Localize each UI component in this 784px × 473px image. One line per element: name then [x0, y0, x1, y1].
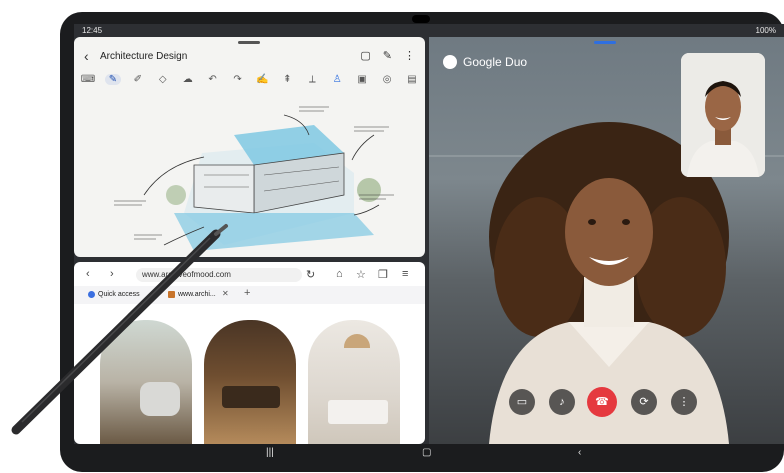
navigation-bar: ||| ▢ ‹ — [74, 444, 784, 462]
pen-icon[interactable]: ✎ — [383, 49, 392, 62]
reload-icon[interactable]: ↻ — [306, 268, 315, 281]
browser-nav-row: ‹ › www.archiveofmood.com ↻ ⌂ ☆ ❐ ≡ — [74, 266, 425, 284]
mic-off-icon[interactable]: ♪ — [549, 389, 575, 415]
bathroom-image[interactable] — [100, 320, 192, 444]
tab-label: www.archi... — [178, 291, 216, 298]
self-view-portrait — [681, 53, 765, 177]
menu-icon[interactable]: ≡ — [402, 268, 408, 280]
highlighter-tool-icon[interactable]: ✐ — [130, 74, 146, 85]
browser-back-icon[interactable]: ‹ — [86, 268, 90, 280]
text-tool-icon[interactable]: ⇞ — [279, 74, 295, 85]
back-arrow-icon[interactable]: ‹ — [84, 48, 89, 64]
notes-header-icons: ▢ ✎ ⋮ — [360, 49, 415, 62]
pages-icon[interactable]: ▤ — [404, 74, 420, 85]
shapes-icon[interactable]: ◎ — [379, 74, 395, 85]
browser-panel[interactable]: ‹ › www.archiveofmood.com ↻ ⌂ ☆ ❐ ≡ Quic… — [74, 262, 425, 444]
notes-title: Architecture Design — [100, 51, 188, 62]
pen-tool-icon[interactable]: ✎ — [104, 73, 121, 85]
status-time: 12:45 — [82, 26, 103, 35]
tab-close-icon[interactable]: ✕ — [222, 289, 229, 298]
notes-header: ‹ Architecture Design ▢ ✎ ⋮ — [74, 45, 425, 67]
window-handle[interactable] — [238, 41, 260, 44]
architecture-sketch — [114, 106, 394, 251]
camera-off-icon[interactable]: ▭ — [509, 389, 535, 415]
status-battery: 100% — [755, 26, 776, 35]
new-tab-icon[interactable]: + — [244, 287, 250, 299]
bedroom-image[interactable] — [308, 320, 400, 444]
image-gallery — [100, 320, 410, 444]
brush-tool-icon[interactable]: ✍ — [254, 74, 270, 85]
notes-toolbar: ⌨ ✎ ✐ ◇ ☁ ↶ ↷ ✍ ⇞ ⟂ ♙ ▣ ◎ ▤ — [80, 71, 420, 87]
tab-archive[interactable]: www.archi... — [166, 289, 216, 301]
recent-apps-icon[interactable]: ||| — [266, 447, 274, 458]
status-bar: 12:45 100% — [74, 24, 784, 37]
browser-tab-row: Quick access www.archi... ✕ + — [74, 286, 425, 304]
tab-quick-access[interactable]: Quick access — [86, 289, 140, 301]
video-call-panel[interactable]: Google Duo ▭ ♪ ☎ ⟳ ⋮ — [429, 37, 784, 444]
back-button-icon[interactable]: ‹ — [578, 447, 581, 458]
ruler-tool-icon[interactable]: ⟂ — [304, 74, 320, 85]
tab-label: Quick access — [98, 291, 140, 298]
selected-pen-icon[interactable]: ♙ — [329, 74, 345, 85]
tea-set-image[interactable] — [204, 320, 296, 444]
tabs-icon[interactable]: ❐ — [378, 268, 388, 281]
self-view-video[interactable] — [681, 53, 765, 177]
front-camera — [412, 15, 430, 23]
flip-camera-icon[interactable]: ⟳ — [631, 389, 657, 415]
url-bar[interactable]: www.archiveofmood.com — [136, 268, 302, 282]
home-icon[interactable]: ⌂ — [336, 268, 343, 280]
book-icon[interactable]: ▢ — [360, 49, 370, 62]
tablet-screen: 12:45 100% ‹ Architecture Design ▢ ✎ ⋮ ⌨… — [74, 24, 784, 444]
eraser-tool-icon[interactable]: ◇ — [155, 74, 171, 85]
notes-app-panel[interactable]: ‹ Architecture Design ▢ ✎ ⋮ ⌨ ✎ ✐ ◇ ☁ ↶ … — [74, 37, 425, 257]
keyboard-tool-icon[interactable]: ⌨ — [80, 74, 96, 85]
more-icon[interactable]: ⋮ — [404, 49, 415, 62]
browser-forward-icon[interactable]: › — [110, 268, 114, 280]
more-options-icon[interactable]: ⋮ — [671, 389, 697, 415]
end-call-icon[interactable]: ☎ — [587, 387, 617, 417]
url-text: www.archiveofmood.com — [142, 270, 231, 279]
redo-icon[interactable]: ↷ — [230, 74, 246, 85]
call-controls: ▭ ♪ ☎ ⟳ ⋮ — [509, 387, 709, 419]
bookmark-icon[interactable]: ☆ — [356, 268, 366, 281]
insert-icon[interactable]: ▣ — [354, 74, 370, 85]
undo-icon[interactable]: ↶ — [205, 74, 221, 85]
home-button-icon[interactable]: ▢ — [422, 447, 431, 458]
quick-access-favicon — [88, 291, 95, 298]
archive-favicon — [168, 291, 175, 298]
lasso-tool-icon[interactable]: ☁ — [180, 74, 196, 85]
